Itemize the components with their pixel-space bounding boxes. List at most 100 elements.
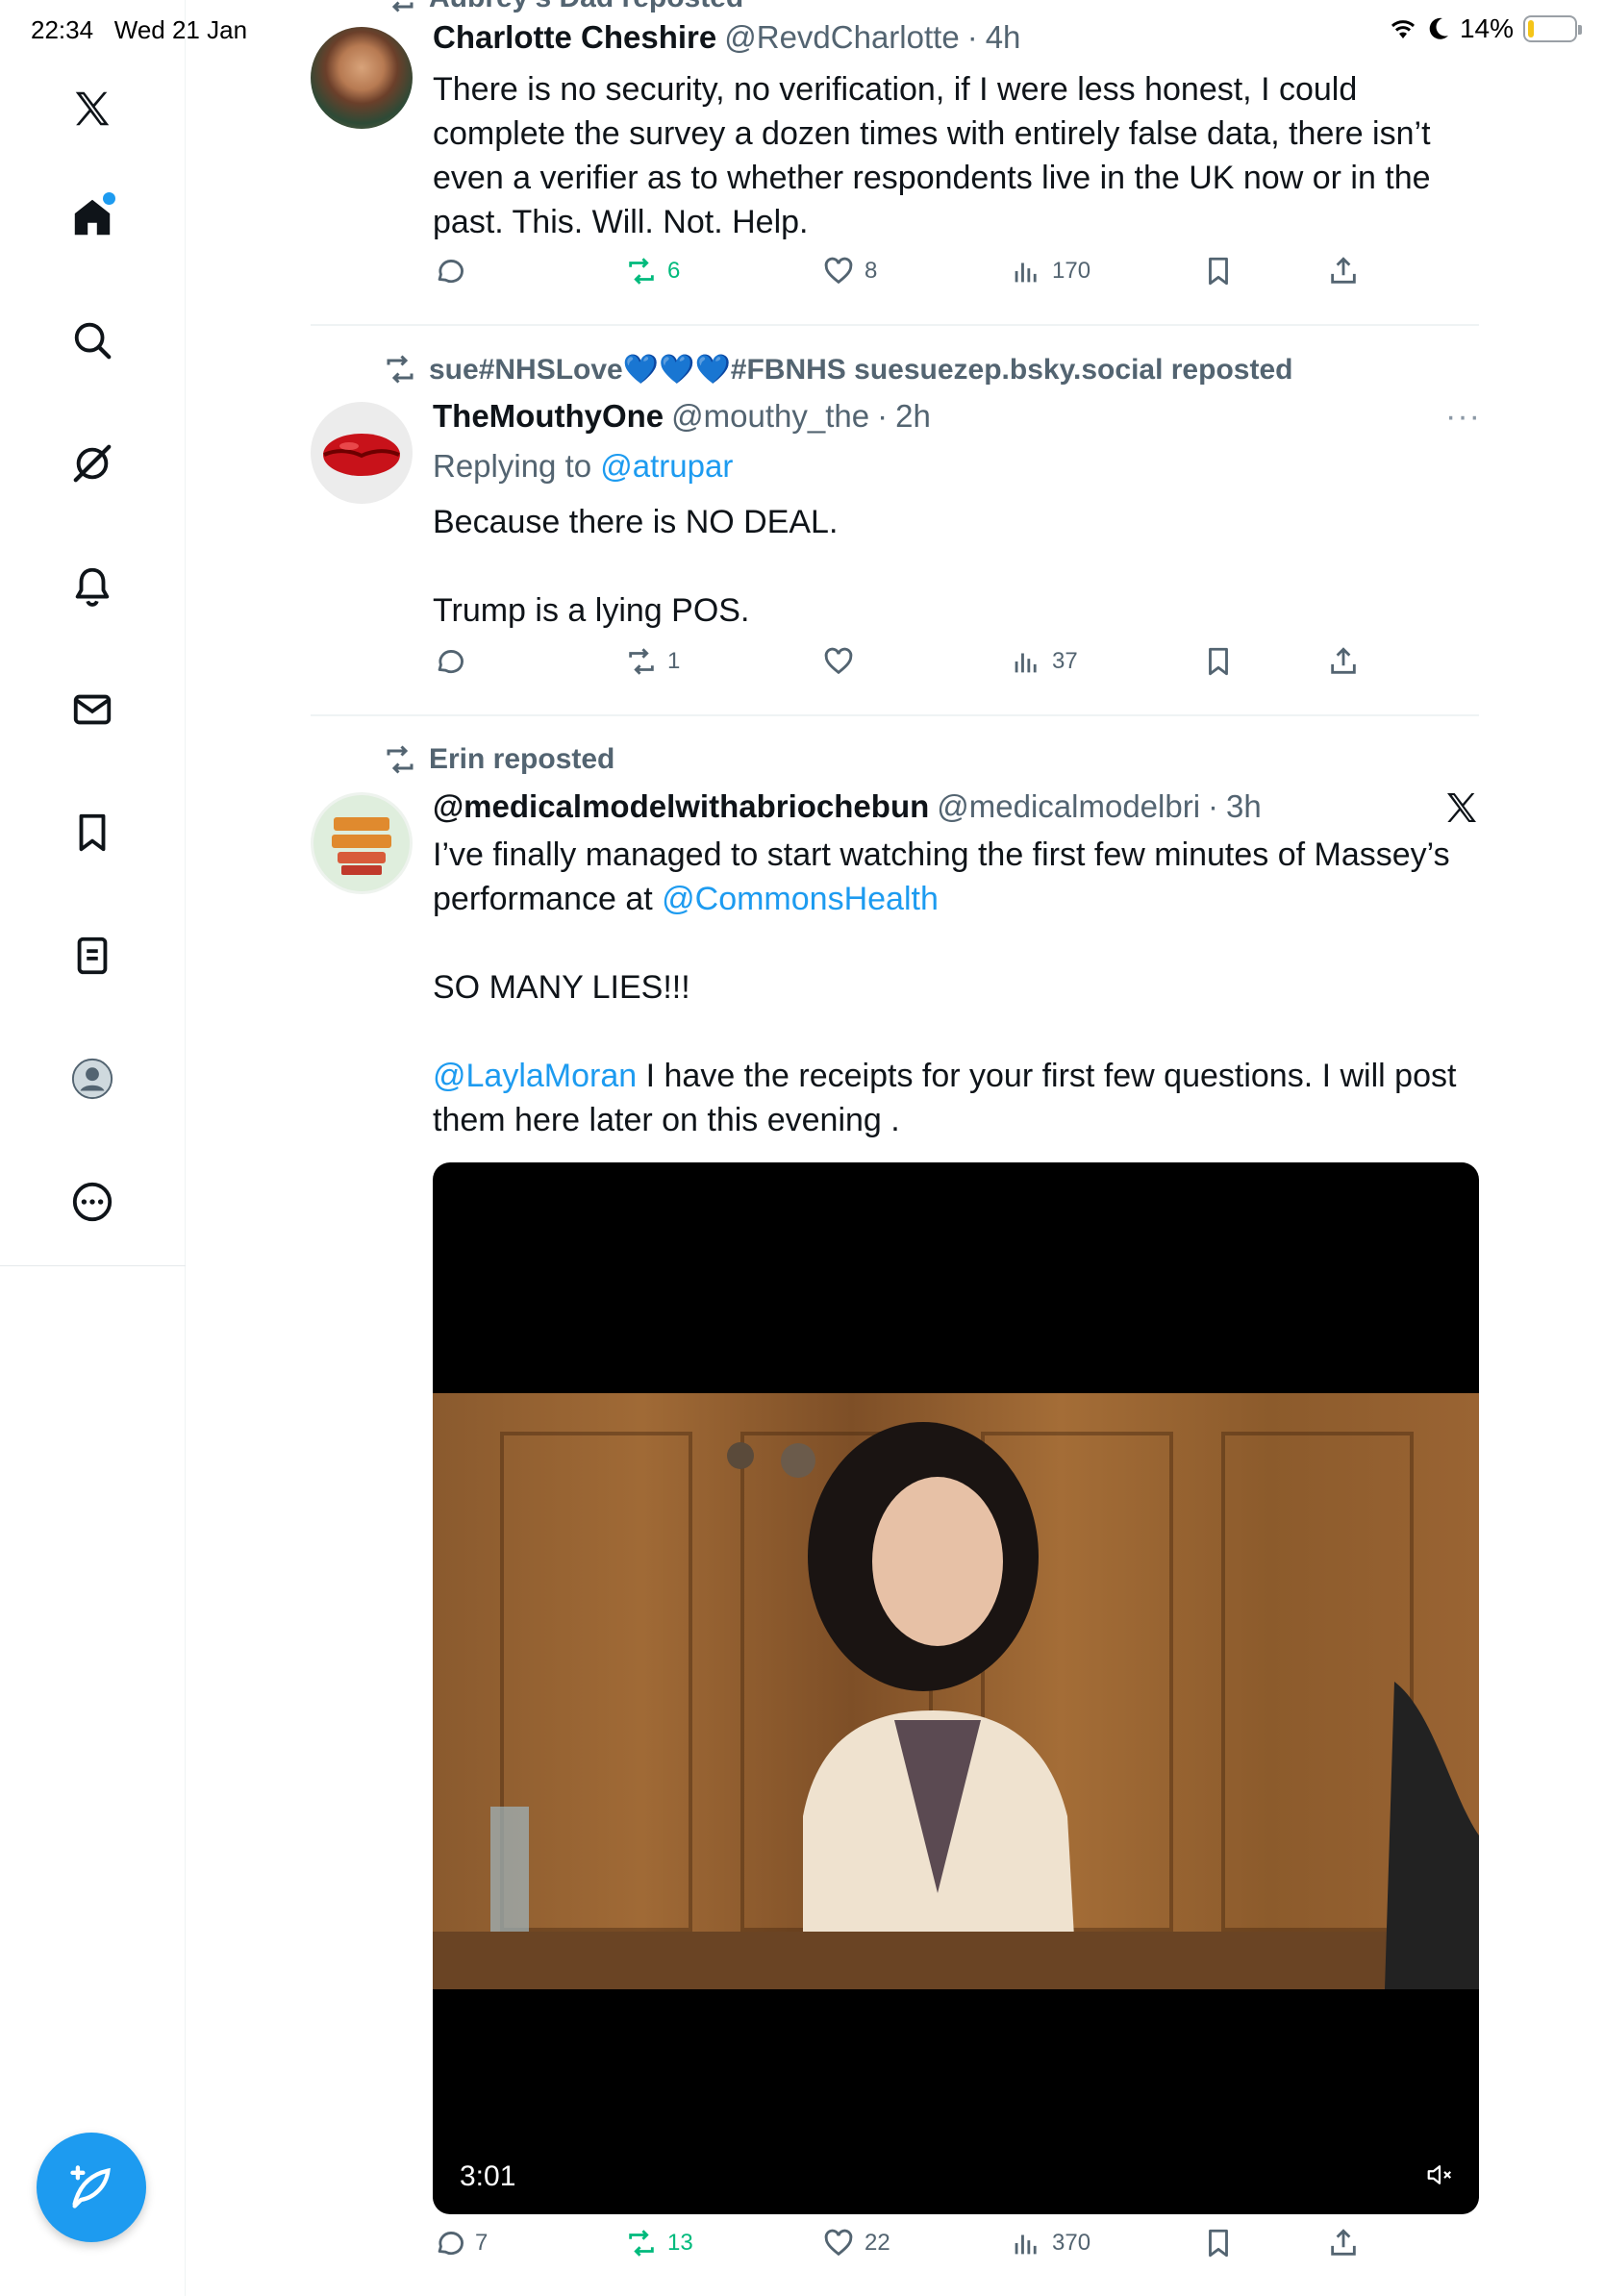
repost-label: Aubrey's Dad reposted bbox=[429, 0, 743, 14]
post-paragraph: SO MANY LIES!!! bbox=[433, 969, 690, 1006]
post-divider bbox=[311, 714, 1479, 716]
post-paragraph: Trump is a lying POS. bbox=[433, 592, 750, 629]
views-icon bbox=[1015, 653, 1037, 673]
views-button[interactable]: 370 bbox=[1010, 2227, 1090, 2259]
bookmark-icon bbox=[1209, 2229, 1228, 2258]
mention-link[interactable]: @LaylaMoran bbox=[433, 1058, 637, 1094]
reply-count: 7 bbox=[475, 2230, 489, 2256]
reply-button[interactable]: 7 bbox=[433, 2227, 488, 2259]
share-icon bbox=[1331, 2229, 1356, 2256]
repost-icon bbox=[629, 2230, 654, 2257]
home-icon[interactable] bbox=[65, 190, 119, 244]
repost-count: 1 bbox=[667, 648, 681, 674]
search-icon[interactable] bbox=[65, 313, 119, 367]
reply-icon bbox=[438, 650, 464, 674]
post-text-segment: I’ve finally managed to start watching t… bbox=[433, 836, 1460, 917]
repost-count: 13 bbox=[667, 2230, 693, 2256]
grok-icon[interactable] bbox=[65, 437, 119, 490]
display-name[interactable]: @medicalmodelwithabriochebun bbox=[433, 788, 929, 825]
bookmark-button[interactable] bbox=[1202, 2227, 1235, 2259]
share-button[interactable] bbox=[1327, 2227, 1360, 2259]
x-logo-icon[interactable] bbox=[65, 82, 119, 136]
user-handle[interactable]: @RevdCharlotte bbox=[724, 19, 959, 56]
repost-label: Erin reposted bbox=[429, 743, 615, 775]
repost-label: sue#NHSLove💙💙💙#FBNHS suesuezep.bsky.soci… bbox=[429, 353, 1293, 386]
heart-icon bbox=[824, 2229, 853, 2257]
repost-button[interactable]: 1 bbox=[625, 645, 680, 678]
repost-button[interactable]: 6 bbox=[625, 255, 680, 287]
video-player[interactable]: 3:01 bbox=[433, 1162, 1479, 2214]
like-count: 8 bbox=[865, 258, 878, 284]
bell-icon[interactable] bbox=[65, 560, 119, 613]
views-button[interactable]: 170 bbox=[1010, 255, 1090, 287]
x-logo-icon bbox=[1447, 793, 1476, 822]
reply-icon bbox=[438, 260, 464, 284]
repost-button[interactable]: 13 bbox=[625, 2227, 693, 2259]
views-count: 370 bbox=[1052, 2230, 1091, 2256]
reply-button[interactable] bbox=[433, 645, 475, 678]
avatar[interactable] bbox=[311, 792, 413, 894]
video-subject-image bbox=[433, 1422, 1479, 1989]
views-count: 170 bbox=[1052, 258, 1091, 284]
mute-icon[interactable] bbox=[1425, 2160, 1454, 2189]
avatar[interactable] bbox=[311, 27, 413, 129]
post-paragraph: @LaylaMoran I have the receipts for your… bbox=[433, 1054, 1481, 1142]
user-handle[interactable]: @medicalmodelbri bbox=[937, 788, 1200, 825]
post-divider bbox=[311, 324, 1479, 326]
video-frame bbox=[433, 1393, 1479, 1989]
heart-icon bbox=[824, 257, 853, 285]
gmc-logo-image bbox=[313, 795, 410, 891]
post-paragraph: There is no security, no verification, i… bbox=[433, 71, 1441, 240]
like-count: 22 bbox=[865, 2230, 890, 2256]
repost-small-icon bbox=[387, 745, 414, 774]
time-separator: · bbox=[1208, 788, 1219, 824]
display-name[interactable]: Charlotte Cheshire bbox=[433, 19, 716, 56]
share-icon bbox=[1331, 647, 1356, 674]
bookmark-icon[interactable] bbox=[65, 806, 119, 860]
share-button[interactable] bbox=[1327, 645, 1360, 678]
time-separator: · bbox=[877, 398, 889, 434]
action-bar: 7 13 22 370 bbox=[433, 2227, 1548, 2271]
compose-button[interactable] bbox=[37, 2133, 146, 2242]
reply-button[interactable] bbox=[433, 255, 475, 287]
repost-small-icon bbox=[387, 355, 414, 384]
repost-indicator: Erin reposted bbox=[383, 742, 614, 777]
share-button[interactable] bbox=[1327, 255, 1360, 287]
profile-icon[interactable] bbox=[65, 1052, 119, 1106]
user-handle[interactable]: @mouthy_the bbox=[671, 398, 869, 435]
repost-icon bbox=[629, 648, 654, 675]
action-bar: 6 8 170 bbox=[433, 255, 1548, 299]
sidebar-separator bbox=[0, 1265, 186, 1266]
notification-dot bbox=[103, 192, 115, 205]
replying-prefix: Replying to bbox=[433, 448, 601, 484]
repost-indicator: Aubrey's Dad reposted bbox=[383, 0, 743, 15]
sidebar bbox=[0, 0, 186, 2296]
lips-image bbox=[323, 434, 400, 476]
post-time[interactable]: 3h bbox=[1226, 788, 1262, 825]
post-time[interactable]: 4h bbox=[986, 19, 1021, 56]
like-button[interactable]: 8 bbox=[822, 255, 877, 287]
views-icon bbox=[1015, 2234, 1037, 2255]
display-name[interactable]: TheMouthyOne bbox=[433, 398, 664, 435]
post-text: I’ve finally managed to start watching t… bbox=[433, 833, 1481, 1142]
reply-mention[interactable]: @atrupar bbox=[600, 448, 733, 484]
like-button[interactable]: 22 bbox=[822, 2227, 890, 2259]
views-icon bbox=[1015, 262, 1037, 283]
more-icon[interactable] bbox=[65, 1175, 119, 1229]
mention-link[interactable]: @CommonsHealth bbox=[662, 881, 939, 917]
avatar[interactable] bbox=[311, 402, 413, 504]
more-options-button[interactable]: ··· bbox=[1445, 398, 1481, 436]
bookmark-button[interactable] bbox=[1202, 255, 1235, 287]
lists-icon[interactable] bbox=[65, 929, 119, 983]
post-text: Because there is NO DEAL. Trump is a lyi… bbox=[433, 500, 1481, 633]
mail-icon[interactable] bbox=[65, 683, 119, 736]
bookmark-button[interactable] bbox=[1202, 645, 1235, 678]
post-paragraph: Because there is NO DEAL. bbox=[433, 504, 839, 540]
like-button[interactable] bbox=[822, 645, 865, 678]
views-count: 37 bbox=[1052, 648, 1078, 674]
post-header: TheMouthyOne @mouthy_the · 2h bbox=[433, 398, 931, 435]
action-bar: 1 37 bbox=[433, 645, 1548, 689]
repost-small-icon bbox=[391, 1, 414, 12]
post-time[interactable]: 2h bbox=[895, 398, 931, 435]
views-button[interactable]: 37 bbox=[1010, 645, 1078, 678]
